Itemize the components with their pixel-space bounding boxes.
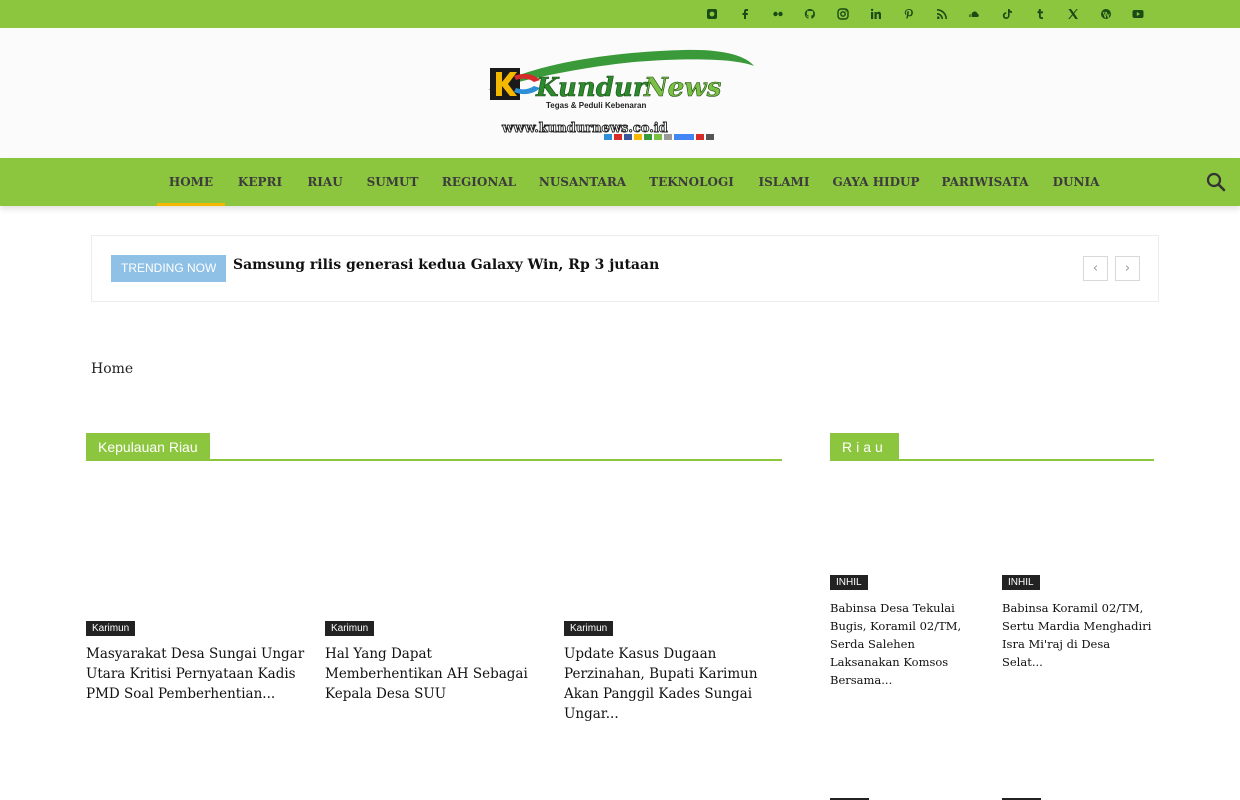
nav-item-sumut[interactable]: SUMUT [356, 158, 429, 206]
trending-label: TRENDING NOW [111, 255, 227, 282]
trending-now-bar: TRENDING NOW Samsung rilis generasi kedu… [91, 235, 1159, 302]
trending-prev-button[interactable]: ‹ [1083, 256, 1108, 281]
search-icon[interactable] [1204, 170, 1228, 194]
post-thumbnail[interactable] [564, 478, 779, 618]
riau-block-title[interactable]: Riau [830, 433, 899, 461]
nav-item-teknologi[interactable]: TEKNOLOGI [638, 158, 745, 206]
kepri-block-title[interactable]: Kepulauan Riau [86, 433, 210, 461]
main-navigation: HOME KEPRI RIAU SUMUT REGIONAL NUSANTARA TEKNO… [0, 158, 1240, 206]
post-thumbnail[interactable] [325, 478, 540, 618]
post-title[interactable]: Babinsa Desa Tekulai Bugis, Koramil 02/T… [830, 599, 980, 689]
pinterest-icon[interactable] [897, 0, 921, 28]
post-title[interactable]: Masyarakat Desa Sungai Ungar Utara Kriti… [86, 644, 306, 704]
instagram-alt-icon[interactable] [700, 0, 724, 28]
instagram-icon[interactable] [831, 0, 855, 28]
nav-item-nusantara[interactable]: NUSANTARA [529, 158, 636, 206]
nav-item-regional[interactable]: REGIONAL [431, 158, 527, 206]
youtube-icon[interactable] [1126, 0, 1150, 28]
kepri-block-divider [86, 459, 782, 461]
x-twitter-icon[interactable] [1061, 0, 1085, 28]
wordpress-icon[interactable] [1094, 0, 1118, 28]
flickr-icon[interactable] [766, 0, 790, 28]
trending-headline[interactable]: Samsung rilis generasi kedua Galaxy Win,… [233, 257, 659, 273]
post-title[interactable]: Hal Yang Dapat Memberhentikan AH Sebagai… [325, 644, 540, 704]
post-title[interactable]: Babinsa Koramil 02/TM, Sertu Mardia Meng… [1002, 599, 1154, 671]
post-title[interactable]: Update Kasus Dugaan Perzinahan, Bupati K… [564, 644, 779, 724]
facebook-icon[interactable] [733, 0, 757, 28]
nav-item-dunia[interactable]: DUNIA [1041, 158, 1111, 206]
svg-text:News: News [643, 73, 722, 103]
post-thumbnail[interactable] [86, 478, 301, 618]
post-thumbnail[interactable] [830, 478, 980, 573]
social-top-bar [0, 0, 1240, 28]
trending-next-button[interactable]: › [1115, 256, 1140, 281]
tiktok-icon[interactable] [995, 0, 1019, 28]
soundcloud-icon[interactable] [962, 0, 986, 28]
tumblr-icon[interactable] [1028, 0, 1052, 28]
post-category-badge[interactable]: INHIL [830, 575, 868, 590]
nav-item-home[interactable]: HOME [157, 158, 225, 206]
site-logo[interactable]: Kundur News Tegas & Peduli Kebenaran www… [484, 46, 758, 142]
post-category-badge[interactable]: Karimun [86, 621, 136, 636]
nav-item-kepri[interactable]: KEPRI [227, 158, 293, 206]
post-category-badge[interactable]: Karimun [325, 621, 375, 636]
nav-item-gaya-hidup[interactable]: GAYA HIDUP [823, 158, 929, 206]
kundur-news-logo: Kundur News Tegas & Peduli Kebenaran www… [488, 49, 754, 140]
svg-text:www.kundurnews.co.id: www.kundurnews.co.id [501, 121, 668, 136]
rss-icon[interactable] [930, 0, 954, 28]
post-category-badge[interactable]: INHIL [1002, 575, 1040, 590]
svg-text:Kundur: Kundur [535, 73, 649, 103]
post-category-badge[interactable]: Karimun [564, 621, 614, 636]
nav-item-riau[interactable]: RIAU [297, 158, 353, 206]
site-header: Kundur News Tegas & Peduli Kebenaran www… [0, 28, 1240, 158]
nav-item-pariwisata[interactable]: PARIWISATA [931, 158, 1039, 206]
breadcrumb-home[interactable]: Home [91, 361, 133, 377]
nav-item-islami[interactable]: ISLAMI [747, 158, 821, 206]
svg-text:Tegas & Peduli Kebenaran: Tegas & Peduli Kebenaran [546, 101, 646, 110]
riau-block-divider [830, 459, 1154, 461]
post-thumbnail[interactable] [1002, 478, 1152, 573]
github-icon[interactable] [798, 0, 822, 28]
linkedin-icon[interactable] [864, 0, 888, 28]
